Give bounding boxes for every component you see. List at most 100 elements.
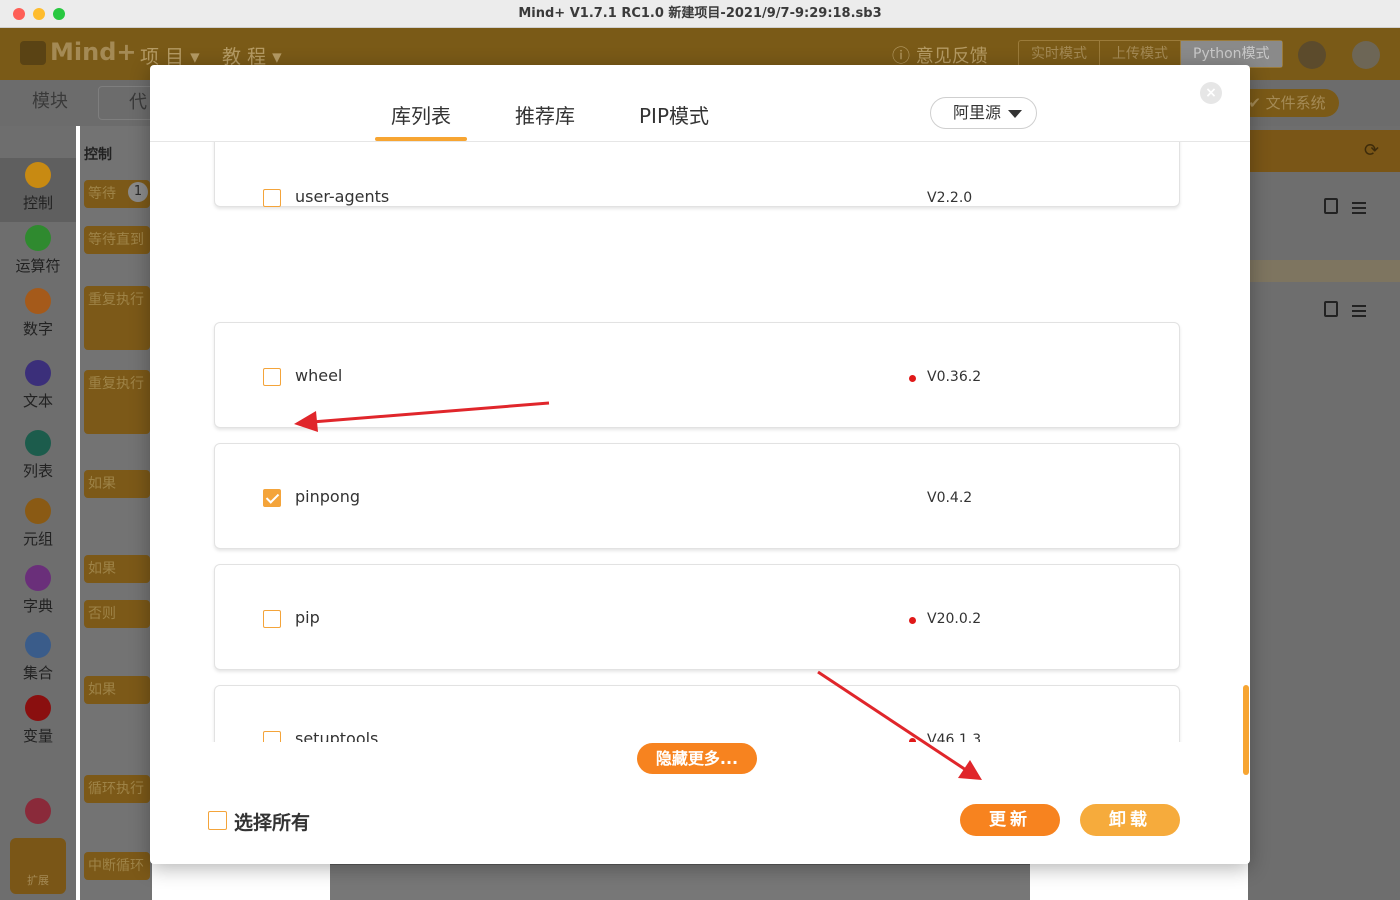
package-list: user-agents V2.2.0 wheel V0.36.2 pinpong V0.4… bbox=[150, 142, 1250, 742]
package-name: setuptools bbox=[295, 729, 379, 742]
category-icon bbox=[25, 225, 51, 251]
category-4[interactable]: 列表 bbox=[0, 426, 76, 490]
category-3[interactable]: 文本 bbox=[0, 356, 76, 420]
category-6[interactable]: 字典 bbox=[0, 561, 76, 625]
close-window-button[interactable] bbox=[13, 8, 25, 20]
category-label: 控制 bbox=[22, 194, 53, 212]
palette-title: 控制 bbox=[84, 147, 112, 163]
category-label: 文本 bbox=[22, 392, 53, 410]
tab-pip-mode[interactable]: PIP模式 bbox=[624, 100, 724, 129]
app-logo: Mind+ bbox=[20, 38, 136, 66]
category-5[interactable]: 元组 bbox=[0, 494, 76, 558]
palette-block[interactable]: 如果 bbox=[84, 555, 150, 583]
hide-more-button[interactable]: 隐藏更多... bbox=[637, 743, 757, 774]
palette-block[interactable]: 中断循环 bbox=[84, 852, 150, 880]
app-window: Mind+ V1.7.1 RC1.0 新建项目-2021/9/7-9:29:18… bbox=[0, 0, 1400, 900]
mode-python[interactable]: Python模式 bbox=[1181, 41, 1282, 67]
refresh-icon[interactable]: ⟳ bbox=[1364, 140, 1379, 161]
palette-block[interactable]: 重复执行 bbox=[84, 370, 150, 434]
new-file-icon[interactable] bbox=[1324, 301, 1338, 317]
category-icon bbox=[25, 288, 51, 314]
category-0[interactable]: 控制 bbox=[0, 158, 76, 222]
zoom-window-button[interactable] bbox=[53, 8, 65, 20]
category-2[interactable]: 数字 bbox=[0, 284, 76, 348]
mode-upload[interactable]: 上传模式 bbox=[1100, 41, 1181, 67]
package-row-wheel[interactable]: wheel V0.36.2 bbox=[214, 322, 1180, 428]
category-icon bbox=[25, 498, 51, 524]
package-row-setuptools[interactable]: setuptools V46.1.3 bbox=[214, 685, 1180, 742]
category-label: 数字 bbox=[22, 320, 53, 338]
package-checkbox[interactable] bbox=[263, 731, 281, 742]
update-available-dot bbox=[909, 375, 916, 382]
package-version: V46.1.3 bbox=[927, 732, 982, 742]
uninstall-button[interactable]: 卸载 bbox=[1080, 804, 1180, 836]
package-checkbox[interactable] bbox=[263, 489, 281, 507]
extension-button[interactable]: 扩展 bbox=[10, 838, 66, 894]
menu-icon[interactable] bbox=[1352, 305, 1366, 317]
wait-seconds-input[interactable]: 1 bbox=[128, 182, 148, 202]
package-name: pinpong bbox=[295, 487, 360, 506]
package-checkbox[interactable] bbox=[263, 368, 281, 386]
update-available-dot bbox=[909, 738, 916, 742]
palette-block[interactable]: 否则 bbox=[84, 600, 150, 628]
category-icon bbox=[25, 695, 51, 721]
category-1[interactable]: 运算符 bbox=[0, 221, 76, 285]
category-icon bbox=[25, 565, 51, 591]
palette-block[interactable]: 等待直到 bbox=[84, 226, 150, 254]
package-version: V0.36.2 bbox=[927, 369, 982, 385]
category-icon bbox=[25, 798, 51, 824]
category-icon bbox=[25, 162, 51, 188]
palette-block[interactable]: 如果 bbox=[84, 470, 150, 498]
package-checkbox[interactable] bbox=[263, 610, 281, 628]
palette-block[interactable]: 如果 bbox=[84, 676, 150, 704]
category-8[interactable]: 变量 bbox=[0, 691, 76, 755]
category-icon bbox=[25, 360, 51, 386]
tab-blocks[interactable]: 模块 bbox=[4, 86, 96, 120]
close-icon[interactable]: × bbox=[1200, 82, 1222, 104]
package-row-user-agents[interactable]: user-agents V2.2.0 bbox=[214, 142, 1180, 207]
tab-library-list[interactable]: 库列表 bbox=[375, 100, 467, 129]
gear-icon[interactable] bbox=[1352, 41, 1380, 69]
scrollbar-thumb[interactable] bbox=[1243, 685, 1249, 775]
robot-logo-icon bbox=[20, 41, 46, 65]
help-icon: ⓘ bbox=[892, 46, 910, 67]
package-name: user-agents bbox=[295, 187, 390, 206]
update-button[interactable]: 更新 bbox=[960, 804, 1060, 836]
dialog-tabbar: 库列表 推荐库 PIP模式 阿里源 × bbox=[150, 65, 1250, 142]
package-row-pinpong[interactable]: pinpong V0.4.2 bbox=[214, 443, 1180, 549]
menu-icon[interactable] bbox=[1352, 202, 1366, 214]
file-system-button[interactable]: ✔ 文件系统 bbox=[1235, 89, 1339, 117]
tab-recommended[interactable]: 推荐库 bbox=[499, 100, 591, 129]
package-row-pip[interactable]: pip V20.0.2 bbox=[214, 564, 1180, 670]
caret-down-icon bbox=[1008, 110, 1022, 118]
category-7[interactable]: 集合 bbox=[0, 628, 76, 692]
category-label: 字典 bbox=[22, 597, 53, 615]
palette-block[interactable]: 循环执行 bbox=[84, 775, 150, 803]
mode-realtime[interactable]: 实时模式 bbox=[1019, 41, 1100, 67]
file-panel: ⟳ bbox=[1248, 126, 1400, 900]
mode-switcher: 实时模式 上传模式 Python模式 bbox=[1018, 40, 1283, 68]
minimize-window-button[interactable] bbox=[33, 8, 45, 20]
new-file-icon[interactable] bbox=[1324, 198, 1338, 214]
active-tab-indicator bbox=[375, 137, 467, 141]
category-icon bbox=[25, 632, 51, 658]
robot-avatar-icon[interactable] bbox=[1298, 41, 1326, 69]
package-name: pip bbox=[295, 608, 320, 627]
check-circle-icon: ✔ bbox=[1248, 94, 1261, 112]
category-label: 元组 bbox=[22, 530, 53, 548]
code-area bbox=[330, 864, 1030, 900]
category-label: 集合 bbox=[22, 664, 53, 682]
source-select[interactable]: 阿里源 bbox=[930, 97, 1037, 129]
category-label: 列表 bbox=[22, 462, 53, 480]
category-more[interactable] bbox=[0, 798, 76, 828]
update-available-dot bbox=[909, 617, 916, 624]
window-titlebar: Mind+ V1.7.1 RC1.0 新建项目-2021/9/7-9:29:18… bbox=[0, 0, 1400, 28]
package-version: V2.2.0 bbox=[927, 190, 973, 206]
category-label: 变量 bbox=[22, 727, 53, 745]
palette-block[interactable]: 重复执行 bbox=[84, 286, 150, 350]
package-name: wheel bbox=[295, 366, 343, 385]
package-version: V20.0.2 bbox=[927, 611, 982, 627]
package-checkbox[interactable] bbox=[263, 189, 281, 207]
file-panel-row bbox=[1248, 260, 1400, 282]
select-all-checkbox[interactable] bbox=[208, 811, 227, 830]
